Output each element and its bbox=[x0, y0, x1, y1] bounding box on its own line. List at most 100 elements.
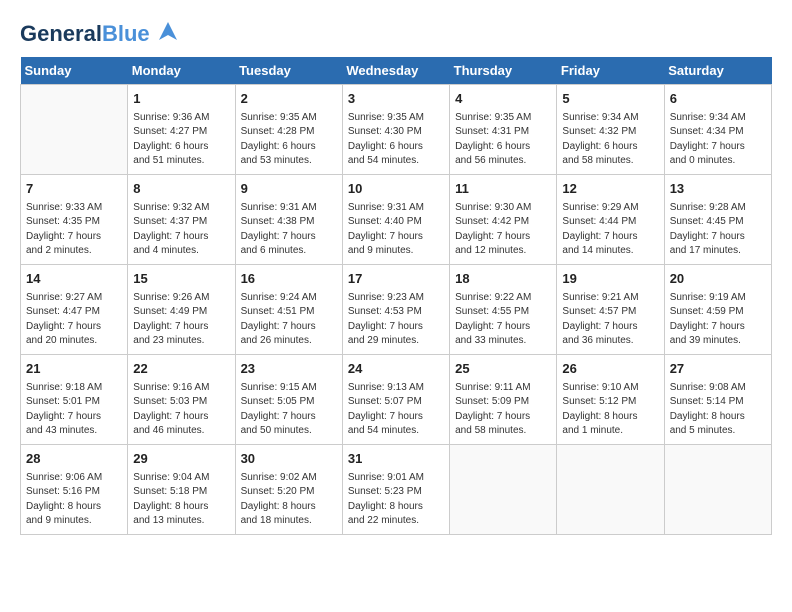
calendar-week-3: 14Sunrise: 9:27 AM Sunset: 4:47 PM Dayli… bbox=[21, 265, 772, 355]
day-info: Sunrise: 9:11 AM Sunset: 5:09 PM Dayligh… bbox=[455, 381, 551, 439]
day-number: 18 bbox=[455, 269, 551, 289]
page-header: GeneralBlue bbox=[20, 20, 772, 47]
day-number: 30 bbox=[241, 449, 337, 469]
day-number: 7 bbox=[26, 179, 122, 199]
calendar-week-2: 7Sunrise: 9:33 AM Sunset: 4:35 PM Daylig… bbox=[21, 175, 772, 265]
weekday-header-row: SundayMondayTuesdayWednesdayThursdayFrid… bbox=[21, 57, 772, 85]
calendar-cell: 17Sunrise: 9:23 AM Sunset: 4:53 PM Dayli… bbox=[342, 265, 449, 355]
day-number: 31 bbox=[348, 449, 444, 469]
day-info: Sunrise: 9:24 AM Sunset: 4:51 PM Dayligh… bbox=[241, 291, 337, 349]
calendar-cell: 10Sunrise: 9:31 AM Sunset: 4:40 PM Dayli… bbox=[342, 175, 449, 265]
day-info: Sunrise: 9:30 AM Sunset: 4:42 PM Dayligh… bbox=[455, 201, 551, 259]
day-number: 26 bbox=[562, 359, 658, 379]
calendar-cell bbox=[664, 445, 771, 535]
day-info: Sunrise: 9:26 AM Sunset: 4:49 PM Dayligh… bbox=[133, 291, 229, 349]
calendar-cell bbox=[557, 445, 664, 535]
calendar-cell: 1Sunrise: 9:36 AM Sunset: 4:27 PM Daylig… bbox=[128, 85, 235, 175]
day-info: Sunrise: 9:01 AM Sunset: 5:23 PM Dayligh… bbox=[348, 471, 444, 529]
day-number: 8 bbox=[133, 179, 229, 199]
day-info: Sunrise: 9:31 AM Sunset: 4:40 PM Dayligh… bbox=[348, 201, 444, 259]
calendar-cell: 4Sunrise: 9:35 AM Sunset: 4:31 PM Daylig… bbox=[450, 85, 557, 175]
day-info: Sunrise: 9:13 AM Sunset: 5:07 PM Dayligh… bbox=[348, 381, 444, 439]
calendar-cell: 19Sunrise: 9:21 AM Sunset: 4:57 PM Dayli… bbox=[557, 265, 664, 355]
day-number: 1 bbox=[133, 89, 229, 109]
weekday-header-tuesday: Tuesday bbox=[235, 57, 342, 85]
calendar-cell: 16Sunrise: 9:24 AM Sunset: 4:51 PM Dayli… bbox=[235, 265, 342, 355]
calendar-cell: 28Sunrise: 9:06 AM Sunset: 5:16 PM Dayli… bbox=[21, 445, 128, 535]
calendar-cell: 29Sunrise: 9:04 AM Sunset: 5:18 PM Dayli… bbox=[128, 445, 235, 535]
day-number: 29 bbox=[133, 449, 229, 469]
day-info: Sunrise: 9:22 AM Sunset: 4:55 PM Dayligh… bbox=[455, 291, 551, 349]
day-info: Sunrise: 9:08 AM Sunset: 5:14 PM Dayligh… bbox=[670, 381, 766, 439]
day-number: 19 bbox=[562, 269, 658, 289]
weekday-header-friday: Friday bbox=[557, 57, 664, 85]
day-number: 16 bbox=[241, 269, 337, 289]
day-number: 6 bbox=[670, 89, 766, 109]
day-info: Sunrise: 9:23 AM Sunset: 4:53 PM Dayligh… bbox=[348, 291, 444, 349]
day-number: 28 bbox=[26, 449, 122, 469]
day-number: 23 bbox=[241, 359, 337, 379]
weekday-header-wednesday: Wednesday bbox=[342, 57, 449, 85]
day-info: Sunrise: 9:36 AM Sunset: 4:27 PM Dayligh… bbox=[133, 111, 229, 169]
weekday-header-monday: Monday bbox=[128, 57, 235, 85]
calendar-cell: 20Sunrise: 9:19 AM Sunset: 4:59 PM Dayli… bbox=[664, 265, 771, 355]
weekday-header-sunday: Sunday bbox=[21, 57, 128, 85]
calendar-week-5: 28Sunrise: 9:06 AM Sunset: 5:16 PM Dayli… bbox=[21, 445, 772, 535]
day-number: 25 bbox=[455, 359, 551, 379]
day-info: Sunrise: 9:33 AM Sunset: 4:35 PM Dayligh… bbox=[26, 201, 122, 259]
day-info: Sunrise: 9:34 AM Sunset: 4:32 PM Dayligh… bbox=[562, 111, 658, 169]
calendar-week-4: 21Sunrise: 9:18 AM Sunset: 5:01 PM Dayli… bbox=[21, 355, 772, 445]
weekday-header-thursday: Thursday bbox=[450, 57, 557, 85]
calendar-cell: 8Sunrise: 9:32 AM Sunset: 4:37 PM Daylig… bbox=[128, 175, 235, 265]
day-number: 10 bbox=[348, 179, 444, 199]
day-info: Sunrise: 9:35 AM Sunset: 4:31 PM Dayligh… bbox=[455, 111, 551, 169]
day-number: 21 bbox=[26, 359, 122, 379]
day-number: 14 bbox=[26, 269, 122, 289]
day-info: Sunrise: 9:04 AM Sunset: 5:18 PM Dayligh… bbox=[133, 471, 229, 529]
calendar-cell: 22Sunrise: 9:16 AM Sunset: 5:03 PM Dayli… bbox=[128, 355, 235, 445]
calendar-cell: 21Sunrise: 9:18 AM Sunset: 5:01 PM Dayli… bbox=[21, 355, 128, 445]
day-info: Sunrise: 9:28 AM Sunset: 4:45 PM Dayligh… bbox=[670, 201, 766, 259]
day-number: 4 bbox=[455, 89, 551, 109]
day-number: 20 bbox=[670, 269, 766, 289]
day-info: Sunrise: 9:10 AM Sunset: 5:12 PM Dayligh… bbox=[562, 381, 658, 439]
day-number: 27 bbox=[670, 359, 766, 379]
day-info: Sunrise: 9:02 AM Sunset: 5:20 PM Dayligh… bbox=[241, 471, 337, 529]
calendar-cell: 3Sunrise: 9:35 AM Sunset: 4:30 PM Daylig… bbox=[342, 85, 449, 175]
calendar-cell: 18Sunrise: 9:22 AM Sunset: 4:55 PM Dayli… bbox=[450, 265, 557, 355]
calendar-cell: 27Sunrise: 9:08 AM Sunset: 5:14 PM Dayli… bbox=[664, 355, 771, 445]
calendar-cell: 11Sunrise: 9:30 AM Sunset: 4:42 PM Dayli… bbox=[450, 175, 557, 265]
day-number: 12 bbox=[562, 179, 658, 199]
logo-icon bbox=[157, 20, 179, 47]
day-info: Sunrise: 9:21 AM Sunset: 4:57 PM Dayligh… bbox=[562, 291, 658, 349]
day-number: 11 bbox=[455, 179, 551, 199]
calendar-cell: 12Sunrise: 9:29 AM Sunset: 4:44 PM Dayli… bbox=[557, 175, 664, 265]
day-info: Sunrise: 9:18 AM Sunset: 5:01 PM Dayligh… bbox=[26, 381, 122, 439]
day-info: Sunrise: 9:35 AM Sunset: 4:28 PM Dayligh… bbox=[241, 111, 337, 169]
day-info: Sunrise: 9:27 AM Sunset: 4:47 PM Dayligh… bbox=[26, 291, 122, 349]
day-number: 5 bbox=[562, 89, 658, 109]
day-number: 9 bbox=[241, 179, 337, 199]
day-info: Sunrise: 9:31 AM Sunset: 4:38 PM Dayligh… bbox=[241, 201, 337, 259]
calendar-cell: 14Sunrise: 9:27 AM Sunset: 4:47 PM Dayli… bbox=[21, 265, 128, 355]
day-number: 24 bbox=[348, 359, 444, 379]
calendar-week-1: 1Sunrise: 9:36 AM Sunset: 4:27 PM Daylig… bbox=[21, 85, 772, 175]
calendar-cell: 7Sunrise: 9:33 AM Sunset: 4:35 PM Daylig… bbox=[21, 175, 128, 265]
day-number: 17 bbox=[348, 269, 444, 289]
day-number: 2 bbox=[241, 89, 337, 109]
calendar-cell bbox=[450, 445, 557, 535]
calendar-cell: 2Sunrise: 9:35 AM Sunset: 4:28 PM Daylig… bbox=[235, 85, 342, 175]
calendar-table: SundayMondayTuesdayWednesdayThursdayFrid… bbox=[20, 57, 772, 535]
calendar-cell bbox=[21, 85, 128, 175]
day-info: Sunrise: 9:34 AM Sunset: 4:34 PM Dayligh… bbox=[670, 111, 766, 169]
weekday-header-saturday: Saturday bbox=[664, 57, 771, 85]
day-info: Sunrise: 9:06 AM Sunset: 5:16 PM Dayligh… bbox=[26, 471, 122, 529]
calendar-cell: 6Sunrise: 9:34 AM Sunset: 4:34 PM Daylig… bbox=[664, 85, 771, 175]
logo-blue: Blue bbox=[102, 21, 150, 46]
day-info: Sunrise: 9:35 AM Sunset: 4:30 PM Dayligh… bbox=[348, 111, 444, 169]
calendar-cell: 30Sunrise: 9:02 AM Sunset: 5:20 PM Dayli… bbox=[235, 445, 342, 535]
day-number: 3 bbox=[348, 89, 444, 109]
calendar-cell: 13Sunrise: 9:28 AM Sunset: 4:45 PM Dayli… bbox=[664, 175, 771, 265]
calendar-cell: 25Sunrise: 9:11 AM Sunset: 5:09 PM Dayli… bbox=[450, 355, 557, 445]
day-info: Sunrise: 9:29 AM Sunset: 4:44 PM Dayligh… bbox=[562, 201, 658, 259]
